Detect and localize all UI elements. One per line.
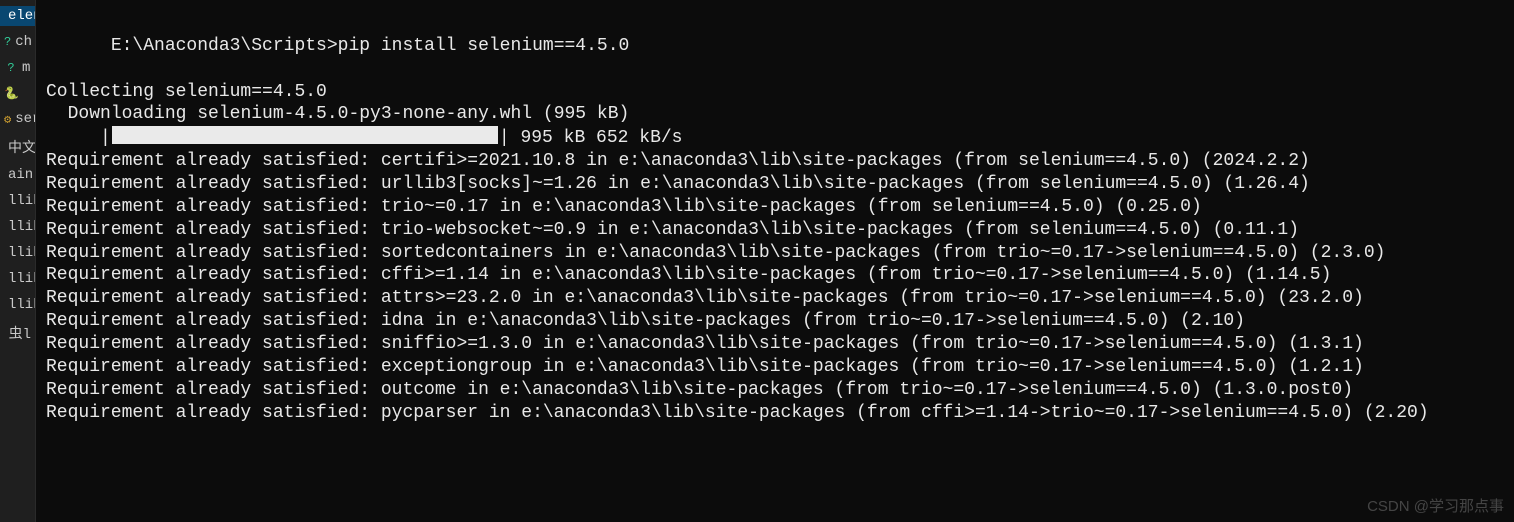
- sidebar-item-7[interactable]: llib: [0, 191, 35, 211]
- sidebar-item-11[interactable]: llib: [0, 295, 35, 315]
- sidebar-item-label: llib: [8, 219, 36, 235]
- sidebar-item-3[interactable]: 🐍: [0, 84, 35, 103]
- sidebar-item-4[interactable]: ⚙ ser-: [0, 109, 35, 129]
- terminal-output[interactable]: E:\Anaconda3\Scripts>pip install seleniu…: [36, 0, 1514, 522]
- sidebar-item-10[interactable]: llib: [0, 269, 35, 289]
- sidebar-item-label: llib: [8, 193, 36, 209]
- output-line-1: Requirement already satisfied: urllib3[s…: [46, 173, 1506, 196]
- output-line-downloading: Downloading selenium-4.5.0-py3-none-any.…: [46, 103, 1506, 126]
- output-line-6: Requirement already satisfied: attrs>=23…: [46, 287, 1506, 310]
- sidebar-item-8[interactable]: llib: [0, 217, 35, 237]
- question-icon: ?: [4, 35, 11, 49]
- sidebar-item-label: 中文: [8, 137, 36, 157]
- python-icon: 🐍: [4, 86, 18, 101]
- output-line-2: Requirement already satisfied: trio~=0.1…: [46, 196, 1506, 219]
- output-line-3: Requirement already satisfied: trio-webs…: [46, 219, 1506, 242]
- sidebar-item-6[interactable]: ain: [0, 165, 35, 185]
- sidebar-item-label: ch: [15, 34, 32, 50]
- output-line-4: Requirement already satisfied: sortedcon…: [46, 242, 1506, 265]
- output-line-9: Requirement already satisfied: exception…: [46, 356, 1506, 379]
- sidebar-item-12[interactable]: 虫l: [0, 321, 35, 345]
- output-line-collecting: Collecting selenium==4.5.0: [46, 81, 1506, 104]
- output-line-8: Requirement already satisfied: sniffio>=…: [46, 333, 1506, 356]
- sidebar-item-label: ain: [8, 167, 33, 183]
- progress-bar-right-cap: |: [499, 128, 510, 148]
- output-line-0: Requirement already satisfied: certifi>=…: [46, 150, 1506, 173]
- sidebar-item-2[interactable]: ?m: [0, 58, 35, 78]
- sidebar-item-label: 虫l: [9, 323, 31, 343]
- output-line-7: Requirement already satisfied: idna in e…: [46, 310, 1506, 333]
- gear-icon: ⚙: [4, 112, 11, 127]
- sidebar-item-label: llib: [8, 271, 36, 287]
- sidebar-item-9[interactable]: llib: [0, 243, 35, 263]
- sidebar-item-label: elen: [8, 8, 36, 24]
- output-line-5: Requirement already satisfied: cffi>=1.1…: [46, 264, 1506, 287]
- command-text: pip install selenium==4.5.0: [338, 36, 630, 56]
- sidebar-item-label: ser-: [15, 111, 36, 127]
- sidebar-item-label: llib: [8, 245, 36, 261]
- sidebar: elen?ch?m🐍⚙ser-中文ainllibllibllibllibllib…: [0, 0, 36, 522]
- progress-indent: [46, 128, 100, 148]
- output-line-11: Requirement already satisfied: pycparser…: [46, 402, 1506, 425]
- sidebar-item-1[interactable]: ? ch: [0, 32, 35, 52]
- progress-bar: [111, 126, 499, 150]
- output-line-progress: | | 995 kB 652 kB/s: [46, 126, 1506, 150]
- progress-status: 995 kB 652 kB/s: [510, 128, 683, 148]
- sidebar-item-label: llib: [8, 297, 36, 313]
- sidebar-item-label: m: [22, 60, 30, 76]
- prompt-path: E:\Anaconda3\Scripts>: [111, 36, 338, 56]
- progress-bar-left-cap: |: [100, 128, 111, 148]
- watermark: CSDN @学习那点事: [1367, 495, 1504, 516]
- output-line-10: Requirement already satisfied: outcome i…: [46, 379, 1506, 402]
- question-icon: ?: [4, 61, 18, 75]
- sidebar-item-0[interactable]: elen: [0, 6, 35, 26]
- sidebar-item-5[interactable]: 中文: [0, 135, 35, 159]
